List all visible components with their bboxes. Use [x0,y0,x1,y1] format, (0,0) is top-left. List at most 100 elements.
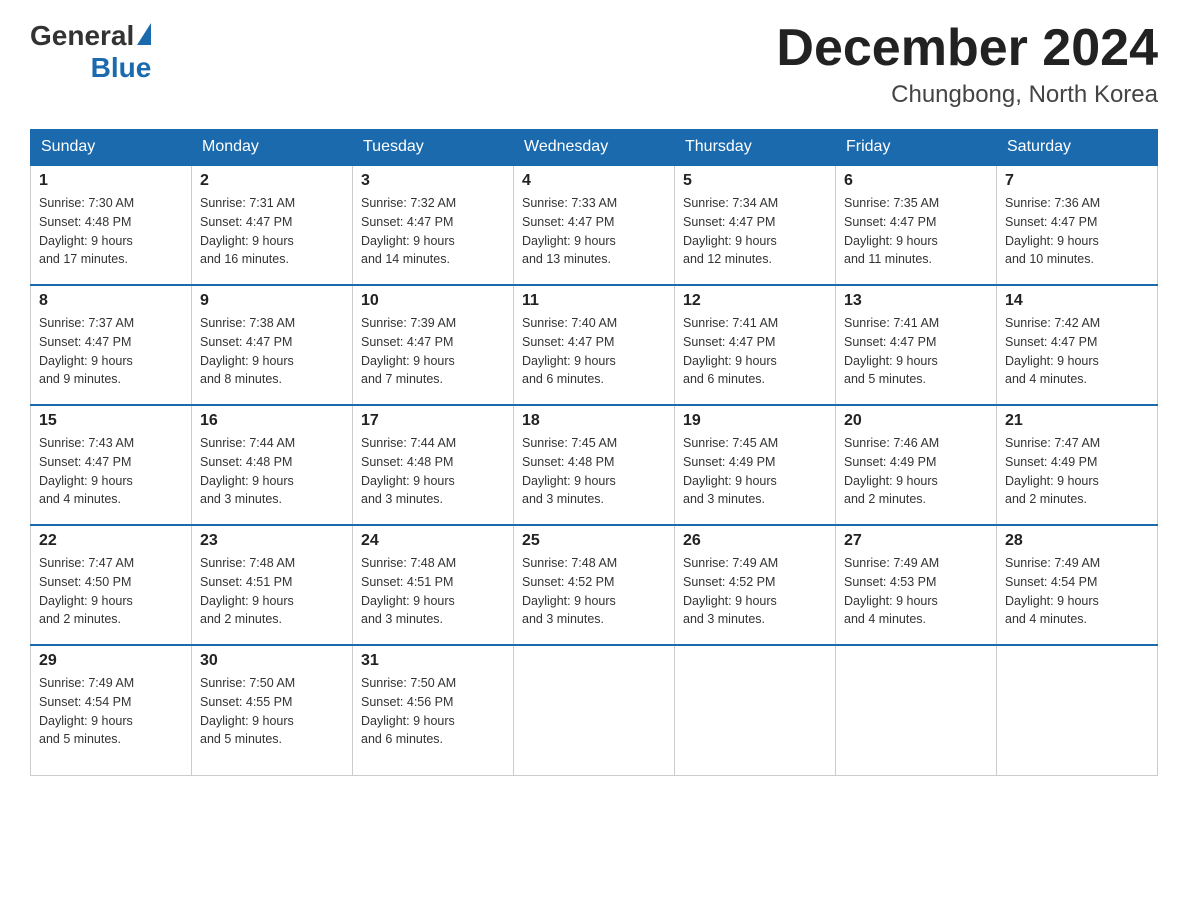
day-info: Sunrise: 7:36 AM Sunset: 4:47 PM Dayligh… [1005,194,1149,269]
day-number: 19 [683,412,827,430]
day-info: Sunrise: 7:39 AM Sunset: 4:47 PM Dayligh… [361,314,505,389]
day-number: 29 [39,652,183,670]
day-number: 21 [1005,412,1149,430]
calendar-cell [514,645,675,775]
week-row-5: 29 Sunrise: 7:49 AM Sunset: 4:54 PM Dayl… [31,645,1158,775]
week-row-3: 15 Sunrise: 7:43 AM Sunset: 4:47 PM Dayl… [31,405,1158,525]
day-number: 22 [39,532,183,550]
logo-general-text: General [30,20,134,52]
logo-triangle-icon [137,23,151,45]
day-info: Sunrise: 7:47 AM Sunset: 4:49 PM Dayligh… [1005,434,1149,509]
day-info: Sunrise: 7:40 AM Sunset: 4:47 PM Dayligh… [522,314,666,389]
calendar-cell: 24 Sunrise: 7:48 AM Sunset: 4:51 PM Dayl… [353,525,514,645]
day-number: 17 [361,412,505,430]
day-number: 27 [844,532,988,550]
day-number: 7 [1005,172,1149,190]
day-info: Sunrise: 7:42 AM Sunset: 4:47 PM Dayligh… [1005,314,1149,389]
calendar-cell [675,645,836,775]
day-info: Sunrise: 7:48 AM Sunset: 4:51 PM Dayligh… [200,554,344,629]
calendar-cell: 28 Sunrise: 7:49 AM Sunset: 4:54 PM Dayl… [997,525,1158,645]
week-row-2: 8 Sunrise: 7:37 AM Sunset: 4:47 PM Dayli… [31,285,1158,405]
day-info: Sunrise: 7:48 AM Sunset: 4:51 PM Dayligh… [361,554,505,629]
day-info: Sunrise: 7:32 AM Sunset: 4:47 PM Dayligh… [361,194,505,269]
day-number: 16 [200,412,344,430]
calendar-cell: 5 Sunrise: 7:34 AM Sunset: 4:47 PM Dayli… [675,165,836,285]
calendar-cell: 11 Sunrise: 7:40 AM Sunset: 4:47 PM Dayl… [514,285,675,405]
calendar-cell [836,645,997,775]
logo: General Blue [30,20,151,84]
day-info: Sunrise: 7:49 AM Sunset: 4:53 PM Dayligh… [844,554,988,629]
day-number: 24 [361,532,505,550]
day-number: 3 [361,172,505,190]
calendar-cell: 19 Sunrise: 7:45 AM Sunset: 4:49 PM Dayl… [675,405,836,525]
day-number: 20 [844,412,988,430]
calendar-header-row: SundayMondayTuesdayWednesdayThursdayFrid… [31,130,1158,166]
day-number: 13 [844,292,988,310]
day-info: Sunrise: 7:45 AM Sunset: 4:48 PM Dayligh… [522,434,666,509]
day-number: 9 [200,292,344,310]
calendar-cell: 16 Sunrise: 7:44 AM Sunset: 4:48 PM Dayl… [192,405,353,525]
calendar-cell: 13 Sunrise: 7:41 AM Sunset: 4:47 PM Dayl… [836,285,997,405]
day-info: Sunrise: 7:35 AM Sunset: 4:47 PM Dayligh… [844,194,988,269]
logo-blue-text: Blue [91,52,152,84]
month-year-title: December 2024 [776,20,1158,77]
day-number: 5 [683,172,827,190]
calendar-cell: 29 Sunrise: 7:49 AM Sunset: 4:54 PM Dayl… [31,645,192,775]
week-row-4: 22 Sunrise: 7:47 AM Sunset: 4:50 PM Dayl… [31,525,1158,645]
day-info: Sunrise: 7:37 AM Sunset: 4:47 PM Dayligh… [39,314,183,389]
day-info: Sunrise: 7:46 AM Sunset: 4:49 PM Dayligh… [844,434,988,509]
day-number: 11 [522,292,666,310]
day-number: 15 [39,412,183,430]
day-number: 6 [844,172,988,190]
day-info: Sunrise: 7:49 AM Sunset: 4:52 PM Dayligh… [683,554,827,629]
header-saturday: Saturday [997,130,1158,166]
calendar-cell: 31 Sunrise: 7:50 AM Sunset: 4:56 PM Dayl… [353,645,514,775]
day-info: Sunrise: 7:41 AM Sunset: 4:47 PM Dayligh… [844,314,988,389]
title-section: December 2024 Chungbong, North Korea [776,20,1158,109]
day-number: 4 [522,172,666,190]
day-info: Sunrise: 7:50 AM Sunset: 4:56 PM Dayligh… [361,674,505,749]
day-number: 28 [1005,532,1149,550]
calendar-cell: 22 Sunrise: 7:47 AM Sunset: 4:50 PM Dayl… [31,525,192,645]
calendar-cell: 27 Sunrise: 7:49 AM Sunset: 4:53 PM Dayl… [836,525,997,645]
calendar-cell: 30 Sunrise: 7:50 AM Sunset: 4:55 PM Dayl… [192,645,353,775]
calendar-cell: 4 Sunrise: 7:33 AM Sunset: 4:47 PM Dayli… [514,165,675,285]
page-header: General Blue December 2024 Chungbong, No… [30,20,1158,109]
calendar-cell: 7 Sunrise: 7:36 AM Sunset: 4:47 PM Dayli… [997,165,1158,285]
day-number: 26 [683,532,827,550]
header-sunday: Sunday [31,130,192,166]
day-number: 12 [683,292,827,310]
day-info: Sunrise: 7:44 AM Sunset: 4:48 PM Dayligh… [361,434,505,509]
calendar-cell: 14 Sunrise: 7:42 AM Sunset: 4:47 PM Dayl… [997,285,1158,405]
calendar-cell: 6 Sunrise: 7:35 AM Sunset: 4:47 PM Dayli… [836,165,997,285]
calendar-cell: 10 Sunrise: 7:39 AM Sunset: 4:47 PM Dayl… [353,285,514,405]
day-info: Sunrise: 7:50 AM Sunset: 4:55 PM Dayligh… [200,674,344,749]
calendar-cell: 20 Sunrise: 7:46 AM Sunset: 4:49 PM Dayl… [836,405,997,525]
day-info: Sunrise: 7:44 AM Sunset: 4:48 PM Dayligh… [200,434,344,509]
calendar-cell [997,645,1158,775]
calendar-cell: 21 Sunrise: 7:47 AM Sunset: 4:49 PM Dayl… [997,405,1158,525]
header-tuesday: Tuesday [353,130,514,166]
day-info: Sunrise: 7:47 AM Sunset: 4:50 PM Dayligh… [39,554,183,629]
day-info: Sunrise: 7:38 AM Sunset: 4:47 PM Dayligh… [200,314,344,389]
day-number: 14 [1005,292,1149,310]
header-thursday: Thursday [675,130,836,166]
calendar-cell: 25 Sunrise: 7:48 AM Sunset: 4:52 PM Dayl… [514,525,675,645]
day-number: 31 [361,652,505,670]
day-number: 8 [39,292,183,310]
header-friday: Friday [836,130,997,166]
calendar-cell: 15 Sunrise: 7:43 AM Sunset: 4:47 PM Dayl… [31,405,192,525]
location-subtitle: Chungbong, North Korea [776,81,1158,109]
calendar-cell: 12 Sunrise: 7:41 AM Sunset: 4:47 PM Dayl… [675,285,836,405]
day-info: Sunrise: 7:49 AM Sunset: 4:54 PM Dayligh… [39,674,183,749]
calendar-table: SundayMondayTuesdayWednesdayThursdayFrid… [30,129,1158,776]
day-number: 23 [200,532,344,550]
calendar-cell: 26 Sunrise: 7:49 AM Sunset: 4:52 PM Dayl… [675,525,836,645]
calendar-cell: 18 Sunrise: 7:45 AM Sunset: 4:48 PM Dayl… [514,405,675,525]
day-number: 18 [522,412,666,430]
day-info: Sunrise: 7:33 AM Sunset: 4:47 PM Dayligh… [522,194,666,269]
calendar-cell: 1 Sunrise: 7:30 AM Sunset: 4:48 PM Dayli… [31,165,192,285]
header-wednesday: Wednesday [514,130,675,166]
day-number: 2 [200,172,344,190]
calendar-cell: 17 Sunrise: 7:44 AM Sunset: 4:48 PM Dayl… [353,405,514,525]
